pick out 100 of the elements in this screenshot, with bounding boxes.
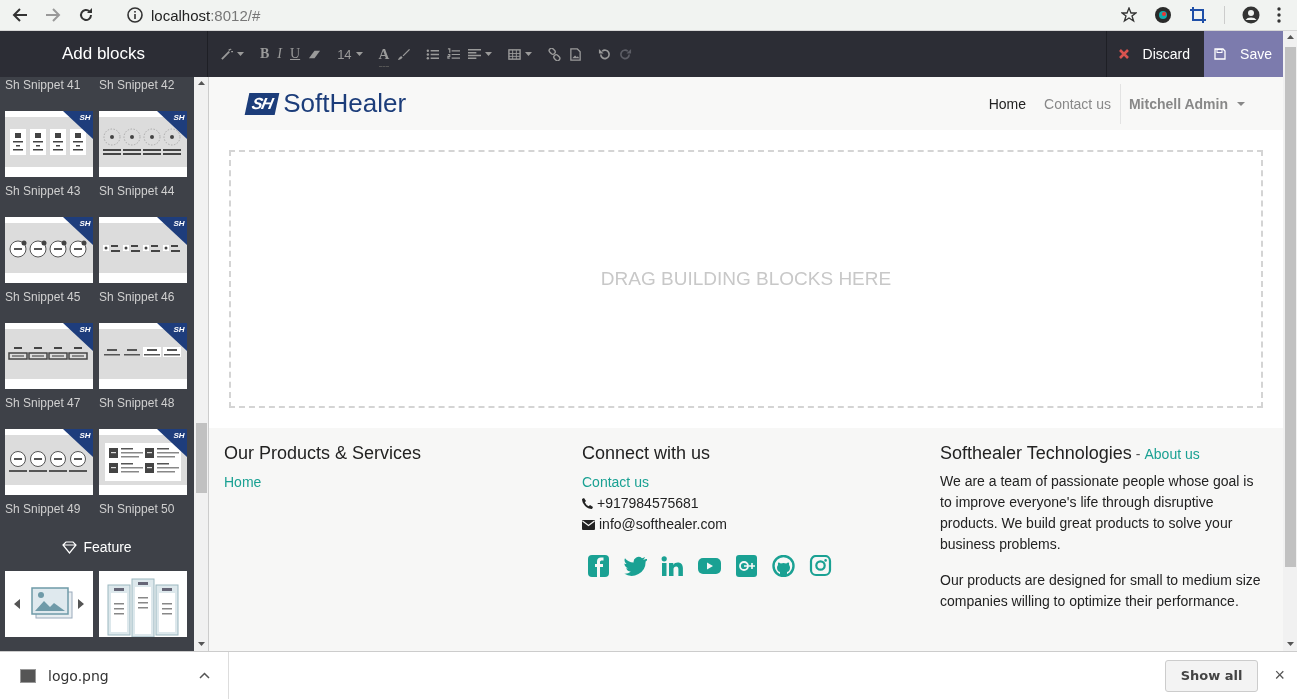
address-text[interactable]: localhost:8012/# — [151, 6, 261, 24]
caret-icon — [485, 52, 493, 56]
snippet-label: Sh Snippet 46 — [99, 289, 176, 306]
forward-icon[interactable] — [45, 7, 61, 23]
scroll-up-icon[interactable] — [197, 81, 205, 85]
corner-label: SH — [173, 325, 185, 334]
caret-icon — [355, 52, 363, 56]
caret-icon — [525, 52, 533, 56]
snippet-thumbnail[interactable]: SH — [99, 217, 187, 283]
star-icon[interactable] — [1121, 7, 1137, 23]
info-icon[interactable] — [127, 7, 143, 23]
wand-icon — [220, 47, 233, 61]
snippet-thumbnail[interactable]: SH — [99, 111, 187, 177]
corner-label: SH — [173, 219, 185, 228]
snippet-label: Sh Snippet 42 — [99, 77, 176, 94]
snippet-label: Sh Snippet 49 — [5, 501, 82, 518]
facebook-icon[interactable] — [587, 555, 610, 577]
snippet-label: Sh Snippet 41 — [5, 77, 82, 94]
corner-ribbon — [157, 429, 187, 457]
font-size-button[interactable]: 14 — [337, 41, 363, 67]
footer-heading: Softhealer Technologies — [940, 443, 1132, 463]
file-icon — [20, 668, 36, 683]
scroll-down-icon[interactable] — [197, 642, 205, 646]
corner-ribbon — [63, 217, 93, 245]
scroll-thumb[interactable] — [195, 423, 207, 493]
font-color-button[interactable]: A — [378, 41, 390, 67]
corner-ribbon — [157, 323, 187, 351]
snippet-thumbnail[interactable]: SH — [99, 323, 187, 389]
scroll-thumb[interactable] — [1284, 47, 1296, 567]
snippet-label: Sh Snippet 43 — [5, 183, 82, 200]
chevron-up-icon[interactable] — [199, 672, 210, 679]
corner-ribbon — [157, 217, 187, 245]
corner-ribbon — [157, 111, 187, 139]
scroll-up-icon[interactable] — [1286, 35, 1294, 39]
caret-icon — [1237, 101, 1245, 106]
youtube-icon[interactable] — [698, 555, 721, 577]
download-item[interactable]: logo.png — [0, 652, 229, 699]
page-scrollbar[interactable] — [1283, 31, 1297, 651]
footer-heading: Our Products & Services — [224, 443, 423, 464]
snippet-thumbnail[interactable]: SH — [5, 429, 93, 495]
gallery-thumbnail[interactable] — [5, 571, 93, 637]
corner-label: SH — [173, 113, 185, 122]
envelope-icon — [582, 519, 595, 530]
logo[interactable]: SH SoftHealer — [247, 88, 407, 119]
corner-label: SH — [79, 325, 91, 334]
linkedin-icon[interactable] — [661, 555, 684, 577]
close-button[interactable]: × — [1268, 664, 1291, 687]
snippet-thumbnail[interactable]: SH — [99, 429, 187, 495]
bullets-icon — [426, 47, 440, 61]
show-all-button[interactable]: Show all — [1164, 659, 1259, 692]
image-icon — [569, 47, 583, 61]
footer-heading: Connect with us — [582, 443, 712, 464]
reload-icon[interactable] — [78, 7, 94, 23]
phone-icon — [582, 498, 593, 509]
company-description: Our products are designed for small to medium size companies willing to optimize their performance. — [940, 571, 1262, 611]
x-icon — [1118, 49, 1129, 59]
undo-icon — [598, 47, 612, 61]
snippet-thumbnail[interactable]: SH — [5, 323, 93, 389]
table-icon — [508, 47, 522, 61]
italic-button[interactable]: I — [277, 41, 282, 67]
phone-number: +917984575681 — [597, 494, 699, 513]
numbers-icon — [447, 47, 461, 61]
corner-label: SH — [79, 113, 91, 122]
comparison-thumbnail[interactable] — [99, 571, 187, 637]
corner-ribbon — [63, 323, 93, 351]
snippet-thumbnail[interactable]: SH — [5, 111, 93, 177]
corner-label: SH — [79, 431, 91, 440]
align-icon — [468, 47, 482, 61]
instagram-icon[interactable] — [809, 555, 832, 577]
snippet-label: Sh Snippet 47 — [5, 395, 82, 412]
redo-icon — [619, 47, 633, 61]
menu-icon[interactable] — [1277, 7, 1281, 23]
snippet-thumbnail[interactable]: SH — [5, 217, 93, 283]
scrollbar[interactable] — [194, 77, 208, 651]
crop-icon[interactable] — [1189, 6, 1207, 24]
corner-ribbon — [63, 111, 93, 139]
corner-ribbon — [63, 429, 93, 457]
underline-button[interactable]: U — [290, 41, 301, 67]
twitter-icon[interactable] — [624, 555, 647, 577]
link-icon — [548, 47, 562, 61]
snippet-label: Sh Snippet 50 — [99, 501, 176, 518]
extension-icon[interactable] — [1154, 6, 1172, 24]
caret-icon — [237, 52, 244, 56]
scroll-down-icon[interactable] — [1286, 642, 1294, 646]
snippet-label: Sh Snippet 44 — [99, 183, 176, 200]
back-icon[interactable] — [12, 7, 28, 23]
github-icon[interactable] — [772, 555, 795, 577]
corner-label: SH — [79, 219, 91, 228]
diamond-icon — [62, 540, 78, 554]
section-title: Feature — [83, 539, 132, 555]
snippet-label: Sh Snippet 48 — [99, 395, 176, 412]
email-address: info@softhealer.com — [599, 515, 727, 534]
nav-link[interactable]: Home — [988, 95, 1026, 112]
account-icon[interactable] — [1242, 6, 1260, 24]
snippet-label: Sh Snippet 45 — [5, 289, 82, 306]
brush-icon — [397, 47, 411, 61]
save-button[interactable]: Save — [1204, 31, 1283, 77]
corner-label: SH — [173, 431, 185, 440]
bold-button[interactable]: B — [260, 41, 270, 67]
google-plus-icon[interactable] — [735, 555, 758, 577]
